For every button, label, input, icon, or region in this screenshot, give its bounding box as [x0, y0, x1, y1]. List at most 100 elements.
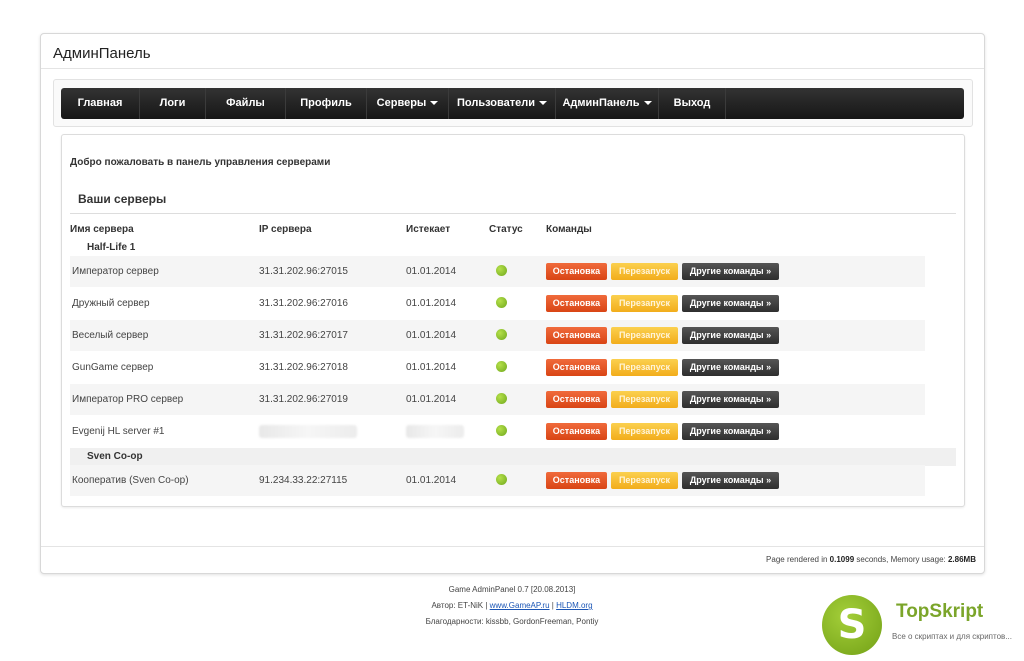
server-name: Веселый сервер: [72, 330, 149, 341]
server-ip-redacted: [259, 425, 357, 438]
column-header-status: Статус: [489, 224, 523, 235]
nav-item-5[interactable]: Пользователи: [449, 88, 556, 119]
nav-item-3[interactable]: Профиль: [286, 88, 367, 119]
column-header-ip: IP сервера: [259, 224, 312, 235]
other-commands-button[interactable]: Другие команды »: [682, 391, 779, 408]
servers-content: Добро пожаловать в панель управления сер…: [61, 134, 965, 507]
caret-down-icon: [430, 101, 439, 106]
nav-item-2[interactable]: Файлы: [206, 88, 286, 119]
restart-button[interactable]: Перезапуск: [611, 263, 678, 280]
welcome-message: Добро пожаловать в панель управления сер…: [70, 157, 331, 168]
other-commands-button[interactable]: Другие команды »: [682, 263, 779, 280]
nav-item-label: Профиль: [300, 97, 352, 109]
restart-button[interactable]: Перезапуск: [611, 327, 678, 344]
server-row: GunGame сервер 31.31.202.96:27018 01.01.20…: [70, 352, 925, 383]
stop-button[interactable]: Остановка: [546, 423, 607, 440]
status-online-icon: [496, 425, 507, 436]
status-online-icon: [496, 297, 507, 308]
stop-button[interactable]: Остановка: [546, 295, 607, 312]
nav-item-7[interactable]: Выход: [659, 88, 726, 119]
other-commands-button[interactable]: Другие команды »: [682, 423, 779, 440]
stop-button[interactable]: Остановка: [546, 327, 607, 344]
topskript-tagline: Все о скриптах и для скриптов...: [892, 632, 1012, 641]
server-expires: 01.01.2014: [406, 475, 457, 486]
status-online-icon: [496, 361, 507, 372]
other-commands-button[interactable]: Другие команды »: [682, 295, 779, 312]
restart-button[interactable]: Перезапуск: [611, 359, 678, 376]
nav-wrapper: Главная Логи Файлы Профиль Серверы Пользовате…: [53, 79, 973, 127]
nav-item-4[interactable]: Серверы: [367, 88, 449, 119]
nav-item-label: Серверы: [376, 97, 427, 109]
status-online-icon: [496, 474, 507, 485]
restart-button[interactable]: Перезапуск: [611, 423, 678, 440]
server-expires: 01.01.2014: [406, 330, 457, 341]
main-navbar: Главная Логи Файлы Профиль Серверы Пользовате…: [61, 88, 964, 119]
panel-title: АдминПанель: [53, 45, 151, 62]
stop-button[interactable]: Остановка: [546, 263, 607, 280]
server-ip: 31.31.202.96:27019: [259, 394, 348, 405]
section-divider: [70, 213, 956, 214]
server-ip: 31.31.202.96:27016: [259, 298, 348, 309]
server-name: Evgenij HL server #1: [72, 426, 165, 437]
caret-down-icon: [643, 101, 652, 106]
server-name: Дружный сервер: [72, 298, 150, 309]
stop-button[interactable]: Остановка: [546, 472, 607, 489]
restart-button[interactable]: Перезапуск: [611, 472, 678, 489]
render-time: 0.1099: [829, 555, 855, 564]
other-commands-button[interactable]: Другие команды »: [682, 327, 779, 344]
server-name: Кооператив (Sven Co-op): [72, 475, 189, 486]
stop-button[interactable]: Остановка: [546, 391, 607, 408]
render-stats-prefix: Page rendered in: [766, 555, 828, 564]
footer-version: Game AdminPanel 0.7 [20.08.2013]: [448, 585, 576, 594]
server-row: Кооператив (Sven Co-op) 91.234.33.22:2711…: [70, 465, 925, 496]
footer-author-text: Автор: ET-NiK |: [431, 601, 488, 610]
topskript-watermark: S TopSkript Все о скриптах и для скрипто…: [822, 595, 1012, 655]
server-row: Император сервер 31.31.202.96:27015 01.01.…: [70, 256, 925, 287]
footer-divider: [41, 546, 984, 547]
title-divider: [41, 68, 984, 69]
footer-separator: |: [551, 601, 554, 610]
server-name: Император сервер: [72, 266, 159, 277]
server-row: Веселый сервер 31.31.202.96:27017 01.01.20…: [70, 320, 925, 351]
server-ip: 31.31.202.96:27017: [259, 330, 348, 341]
hldm-link[interactable]: HLDM.org: [556, 601, 592, 610]
nav-item-label: Пользователи: [456, 97, 535, 109]
nav-item-1[interactable]: Логи: [140, 88, 206, 119]
server-row: Дружный сервер 31.31.202.96:27016 01.01.20…: [70, 288, 925, 319]
server-ip: 91.234.33.22:27115: [259, 475, 348, 486]
server-expires: 01.01.2014: [406, 394, 457, 405]
stop-button[interactable]: Остановка: [546, 359, 607, 376]
column-header-expires: Истекает: [406, 224, 451, 235]
server-expires: 01.01.2014: [406, 298, 457, 309]
server-group-header: Half-Life 1: [87, 242, 136, 253]
gameap-link[interactable]: www.GameAP.ru: [490, 601, 550, 610]
nav-item-label: Логи: [159, 97, 186, 109]
nav-item-label: АдминПанель: [562, 97, 640, 109]
topskript-logo-letter: S: [837, 602, 867, 648]
column-header-name: Имя сервера: [70, 224, 134, 235]
render-stats: Page rendered in 0.1099 seconds, Memory …: [766, 555, 976, 564]
nav-item-0[interactable]: Главная: [61, 88, 140, 119]
server-expires: 01.01.2014: [406, 362, 457, 373]
server-name: GunGame сервер: [72, 362, 154, 373]
server-expires: 01.01.2014: [406, 266, 457, 277]
column-header-commands: Команды: [546, 224, 592, 235]
memory-usage: 2.86MB: [947, 555, 976, 564]
status-online-icon: [496, 393, 507, 404]
admin-panel: АдминПанель Главная Логи Файлы Профиль Серве…: [40, 33, 985, 574]
topskript-name: TopSkript: [896, 601, 984, 622]
server-ip: 31.31.202.96:27018: [259, 362, 348, 373]
server-ip: 31.31.202.96:27015: [259, 266, 348, 277]
other-commands-button[interactable]: Другие команды »: [682, 359, 779, 376]
other-commands-button[interactable]: Другие команды »: [682, 472, 779, 489]
nav-item-label: Выход: [673, 97, 711, 109]
status-online-icon: [496, 329, 507, 340]
server-expires-redacted: [406, 425, 464, 438]
nav-item-label: Файлы: [226, 97, 265, 109]
nav-item-6[interactable]: АдминПанель: [556, 88, 659, 119]
restart-button[interactable]: Перезапуск: [611, 295, 678, 312]
restart-button[interactable]: Перезапуск: [611, 391, 678, 408]
server-row: Evgenij HL server #1 Остановка Перезапуск Д…: [70, 416, 925, 447]
server-row: Император PRO сервер 31.31.202.96:27019 01…: [70, 384, 925, 415]
nav-item-label: Главная: [77, 97, 123, 109]
